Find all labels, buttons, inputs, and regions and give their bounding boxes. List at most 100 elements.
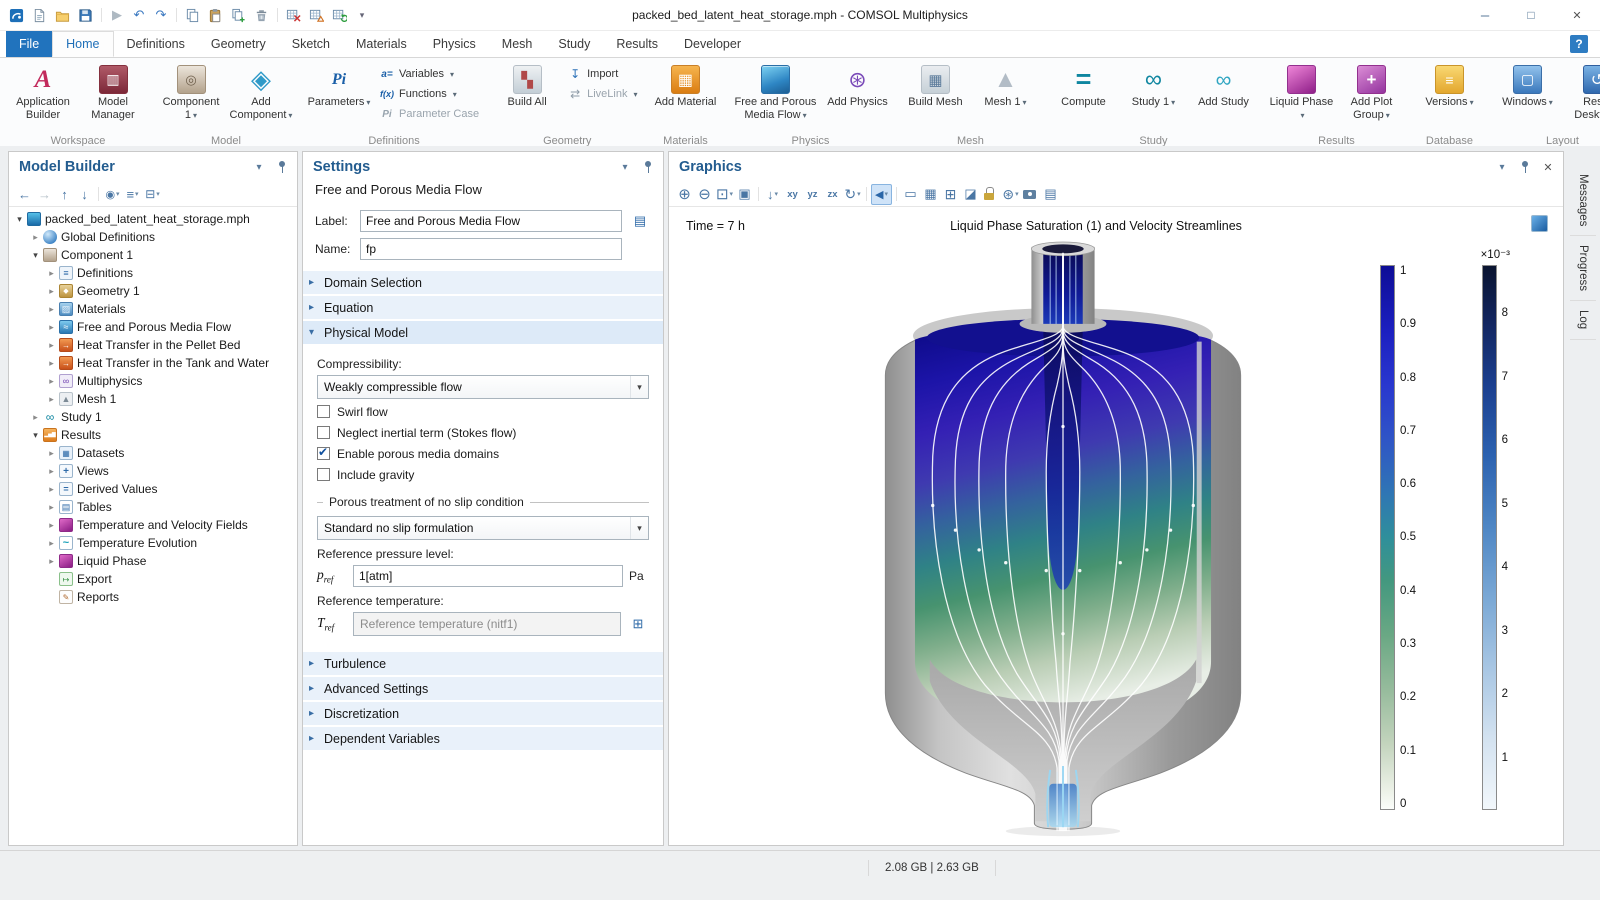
save-button[interactable] — [75, 4, 96, 26]
tree-item[interactable]: Temperature Evolution — [9, 534, 297, 552]
component-1-button[interactable]: Component 1 — [157, 62, 225, 124]
section-equation[interactable]: Equation — [303, 296, 663, 319]
label-input[interactable] — [360, 210, 622, 232]
paste-button[interactable] — [205, 4, 226, 26]
dock-tab-progress[interactable]: Progress — [1570, 236, 1596, 301]
tree-item[interactable]: Multiphysics — [9, 372, 297, 390]
add-study-button[interactable]: Add Study — [1189, 62, 1257, 111]
compute-button[interactable]: Compute — [1049, 62, 1117, 111]
tree-expand-arrow-icon[interactable] — [45, 394, 58, 405]
tree-expand-arrow-icon[interactable] — [45, 340, 58, 351]
tree-expand-arrow-icon[interactable] — [45, 268, 58, 279]
tree-item[interactable]: Mesh 1 — [9, 390, 297, 408]
tree-item[interactable]: Views — [9, 462, 297, 480]
tree-item[interactable]: Global Definitions — [9, 228, 297, 246]
tree-item[interactable]: Reports — [9, 588, 297, 606]
open-button[interactable] — [52, 4, 73, 26]
model-manager-button[interactable]: Model Manager — [79, 62, 147, 124]
section-domain-selection[interactable]: Domain Selection — [303, 271, 663, 294]
checkbox-row[interactable]: Swirl flow — [317, 401, 649, 422]
checkbox[interactable] — [317, 468, 330, 481]
lock-icon[interactable] — [981, 185, 1000, 204]
collapse-icon[interactable] — [143, 185, 162, 204]
view-zx-icon[interactable] — [823, 185, 842, 204]
duplicate-button[interactable] — [228, 4, 249, 26]
parameters-button[interactable]: Parameters — [305, 62, 373, 111]
section-dependent-variables[interactable]: Dependent Variables — [303, 727, 663, 750]
tree-expand-arrow-icon[interactable] — [45, 520, 58, 531]
build-all-button[interactable]: Build All — [493, 62, 561, 111]
maximize-button[interactable] — [1508, 0, 1554, 30]
tree-expand-arrow-icon[interactable] — [45, 538, 58, 549]
tree-expand-arrow-icon[interactable] — [29, 430, 42, 441]
tab-physics[interactable]: Physics — [420, 31, 489, 57]
view-xy-icon[interactable] — [783, 185, 802, 204]
study-1-button[interactable]: Study 1 — [1119, 62, 1187, 111]
tree-item[interactable]: Temperature and Velocity Fields — [9, 516, 297, 534]
liquid-phase-button[interactable]: Liquid Phase — [1267, 62, 1335, 124]
tree-item[interactable]: packed_bed_latent_heat_storage.mph — [9, 210, 297, 228]
tab-home[interactable]: Home — [52, 31, 113, 57]
livelink-button[interactable]: LiveLink — [563, 86, 641, 102]
solution-navigation-icon[interactable] — [871, 184, 892, 205]
tree-item[interactable]: Heat Transfer in the Pellet Bed — [9, 336, 297, 354]
tree-expand-arrow-icon[interactable] — [29, 250, 42, 261]
reference-pressure-input[interactable] — [353, 565, 623, 587]
tab-materials[interactable]: Materials — [343, 31, 420, 57]
pin-icon[interactable] — [275, 160, 289, 174]
section-advanced-settings[interactable]: Advanced Settings — [303, 677, 663, 700]
clear-solutions-button[interactable] — [283, 4, 304, 26]
redo-button[interactable]: ↷ — [151, 7, 171, 23]
checkbox-row[interactable]: Include gravity — [317, 464, 649, 485]
zoom-in-icon[interactable] — [675, 185, 694, 204]
no-slip-select[interactable]: Standard no slip formulation — [317, 516, 649, 540]
go-to-source-button[interactable] — [627, 613, 649, 635]
tree-expand-arrow-icon[interactable] — [45, 484, 58, 495]
tab-developer[interactable]: Developer — [671, 31, 754, 57]
tree-item[interactable]: Geometry 1 — [9, 282, 297, 300]
checkbox-row[interactable]: Neglect inertial term (Stokes flow) — [317, 422, 649, 443]
tab-mesh[interactable]: Mesh — [489, 31, 546, 57]
tab-sketch[interactable]: Sketch — [279, 31, 343, 57]
move-up-icon[interactable] — [55, 185, 74, 204]
show-properties-button[interactable] — [629, 210, 651, 232]
tree-item[interactable]: Liquid Phase — [9, 552, 297, 570]
section-discretization[interactable]: Discretization — [303, 702, 663, 725]
mesh-1-button[interactable]: Mesh 1 — [971, 62, 1039, 111]
new-button[interactable] — [29, 4, 50, 26]
functions-button[interactable]: Functions — [375, 86, 483, 102]
close-window-button[interactable] — [1554, 0, 1600, 30]
add-component-button[interactable]: Add Component — [227, 62, 295, 124]
menu-caret-icon[interactable] — [1495, 160, 1509, 174]
tree-item[interactable]: Results — [9, 426, 297, 444]
graphics-canvas[interactable]: Time = 7 h Liquid Phase Saturation (1) a… — [670, 209, 1562, 844]
tree-item[interactable]: Derived Values — [9, 480, 297, 498]
environment-icon[interactable] — [1001, 185, 1020, 204]
tree-item[interactable]: Materials — [9, 300, 297, 318]
pin-icon[interactable] — [641, 160, 655, 174]
windows-button[interactable]: Windows — [1493, 62, 1561, 111]
tree-item[interactable]: Study 1 — [9, 408, 297, 426]
delete-button[interactable] — [251, 4, 272, 26]
section-turbulence[interactable]: Turbulence — [303, 652, 663, 675]
zoom-out-icon[interactable] — [695, 185, 714, 204]
customize-caret-icon[interactable]: ▾ — [352, 10, 372, 21]
tree-item[interactable]: Tables — [9, 498, 297, 516]
tree-item[interactable]: Definitions — [9, 264, 297, 282]
checkbox[interactable] — [317, 426, 330, 439]
clear-meshes-button[interactable] — [306, 4, 327, 26]
undo-button[interactable]: ↶ — [129, 7, 149, 23]
tree-item[interactable]: Datasets — [9, 444, 297, 462]
compressibility-select[interactable]: Weakly compressible flow — [317, 375, 649, 399]
zoom-extents-icon[interactable] — [735, 185, 754, 204]
tree-expand-arrow-icon[interactable] — [45, 448, 58, 459]
snapshot-icon[interactable] — [1021, 185, 1040, 204]
checkbox[interactable] — [317, 447, 330, 460]
zoom-box-icon[interactable] — [715, 185, 734, 204]
tree-expand-arrow-icon[interactable] — [29, 412, 42, 423]
go-to-default-view-icon[interactable] — [763, 185, 782, 204]
variables-button[interactable]: Variables — [375, 66, 483, 82]
close-icon[interactable] — [1541, 160, 1555, 174]
tree-expand-arrow-icon[interactable] — [45, 358, 58, 369]
add-physics-button[interactable]: Add Physics — [823, 62, 891, 111]
